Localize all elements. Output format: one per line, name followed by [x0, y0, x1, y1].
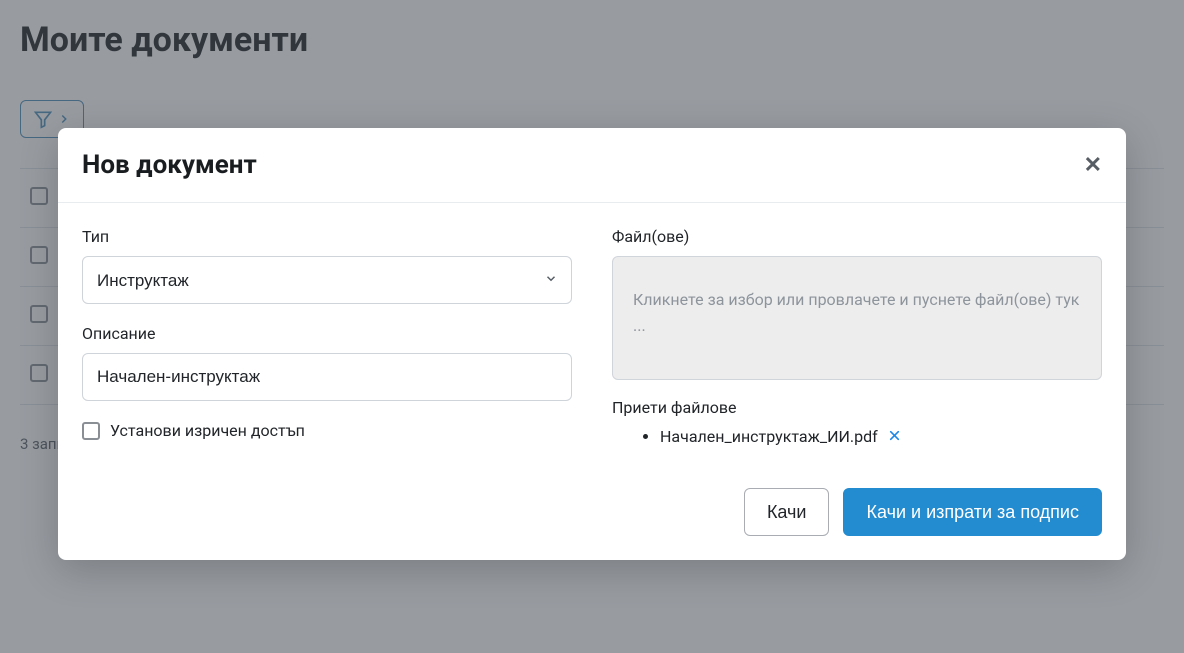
type-label: Тип [82, 227, 572, 246]
accepted-file-item: Начален_инструктаж_ИИ.pdf [660, 427, 1102, 446]
new-document-modal: Нов документ ✕ Тип Инструктаж [58, 128, 1126, 560]
close-icon [888, 429, 901, 442]
description-label: Описание [82, 324, 572, 343]
type-group: Тип Инструктаж [82, 227, 572, 304]
upload-button[interactable]: Качи [744, 488, 830, 536]
explicit-access-checkbox[interactable] [82, 422, 100, 440]
modal-footer: Качи Качи и изпрати за подпис [58, 470, 1126, 560]
accepted-files-label: Приети файлове [612, 398, 1102, 417]
file-dropzone[interactable]: Кликнете за избор или провлачете и пусне… [612, 256, 1102, 380]
right-column: Файл(ове) Кликнете за избор или провлаче… [612, 227, 1102, 446]
modal-body: Тип Инструктаж Описание [58, 203, 1126, 470]
modal-overlay[interactable]: Нов документ ✕ Тип Инструктаж [0, 0, 1184, 653]
accepted-file-name: Начален_инструктаж_ИИ.pdf [660, 427, 878, 446]
remove-file-button[interactable] [888, 427, 901, 446]
upload-and-send-button[interactable]: Качи и изпрати за подпис [843, 488, 1102, 536]
accepted-files-list: Начален_инструктаж_ИИ.pdf [612, 427, 1102, 446]
modal-title: Нов документ [82, 150, 257, 180]
description-input[interactable] [82, 353, 572, 401]
modal-header: Нов документ ✕ [58, 128, 1126, 203]
explicit-access-label[interactable]: Установи изричен достъп [110, 421, 305, 440]
explicit-access-row: Установи изричен достъп [82, 421, 572, 440]
close-icon: ✕ [1084, 152, 1102, 177]
files-label: Файл(ове) [612, 227, 1102, 246]
type-select[interactable]: Инструктаж [82, 256, 572, 304]
close-button[interactable]: ✕ [1084, 152, 1102, 178]
left-column: Тип Инструктаж Описание [82, 227, 572, 446]
description-group: Описание [82, 324, 572, 401]
